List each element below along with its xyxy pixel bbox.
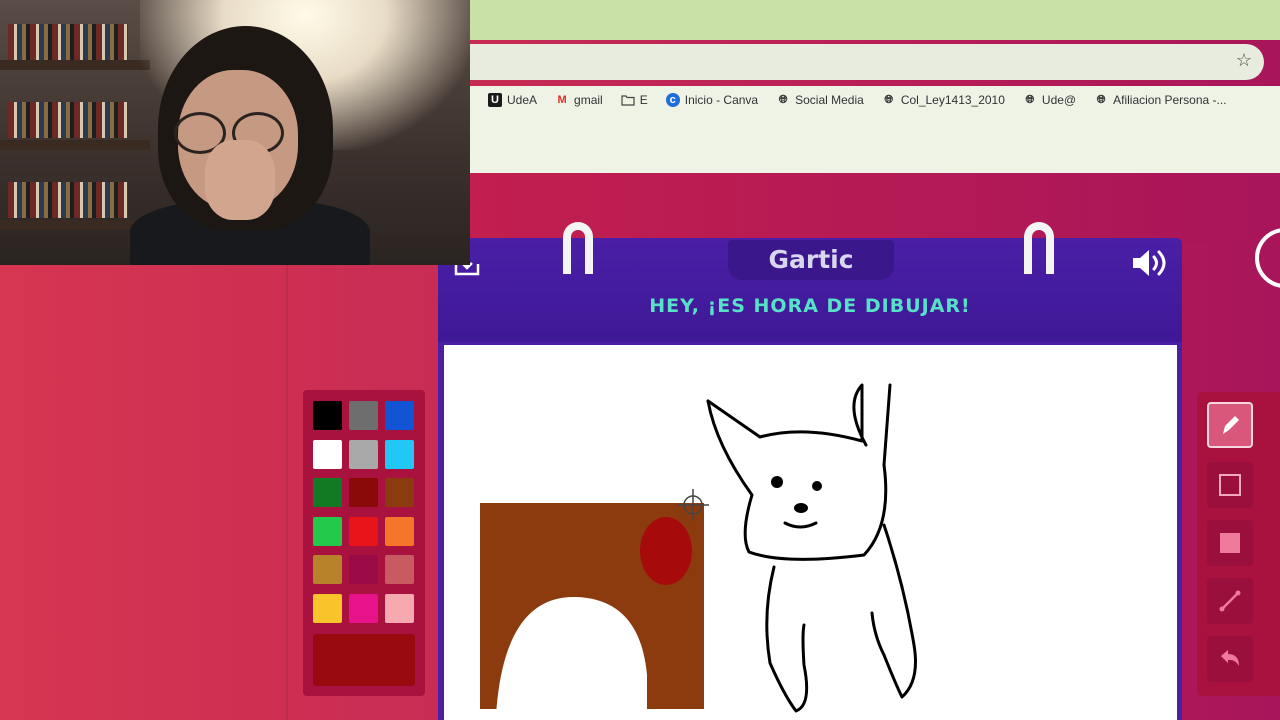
draw-prompt-headline: HEY, ¡ES HORA DE DIBUJAR! [649, 295, 971, 317]
binder-ring-left [563, 222, 593, 274]
bookmark-label: Inicio - Canva [684, 93, 759, 107]
bookmark-label: Col_Ley1413_2010 [900, 93, 1005, 107]
color-swatch[interactable] [313, 478, 342, 507]
panel-divider [286, 265, 288, 720]
volume-icon[interactable] [1130, 248, 1170, 278]
globe-icon: 🌐︎ [884, 93, 894, 106]
bookmark-label: Ude@ [1041, 93, 1077, 107]
drawn-red-ellipse [640, 517, 692, 585]
canva-icon: c [665, 93, 680, 107]
drawing [480, 383, 917, 715]
gmail-icon: M [557, 94, 567, 106]
pen-icon [1223, 416, 1239, 434]
gartic-logo: Gartic [768, 245, 854, 274]
square-outline-icon [1219, 474, 1241, 496]
folder-icon [621, 93, 635, 107]
person-hand [205, 140, 275, 220]
globe-icon: 🌐︎ [1096, 93, 1106, 106]
square-filled-icon [1220, 533, 1240, 553]
color-swatch[interactable] [349, 516, 378, 546]
globe-icon: 🌐︎ [1025, 93, 1035, 106]
color-palette [303, 390, 425, 696]
bookmark-star-icon[interactable]: ☆ [1236, 50, 1252, 71]
bookmark-social-media[interactable]: 🌐︎ Social Media [776, 93, 864, 107]
tool-rectangle-filled-button[interactable] [1207, 520, 1253, 566]
bookmark-col-ley[interactable]: 🌐︎ Col_Ley1413_2010 [882, 93, 1005, 107]
bookmark-label: Afiliacion Persona -... [1113, 93, 1227, 107]
current-color-preview [313, 634, 415, 686]
bookshelf [0, 60, 150, 70]
color-swatch[interactable] [349, 593, 378, 623]
color-swatch[interactable] [313, 401, 342, 430]
tools-panel [1197, 392, 1280, 696]
bookmark-udea[interactable]: U UdeA [488, 93, 537, 107]
address-bar[interactable] [470, 44, 1264, 80]
tool-undo-button[interactable] [1207, 636, 1253, 682]
bookmark-canva[interactable]: c Inicio - Canva [665, 93, 759, 107]
color-swatch[interactable] [385, 593, 414, 623]
binder-ring-right [1024, 222, 1054, 274]
color-swatch[interactable] [313, 555, 342, 584]
bookmark-label: E [639, 93, 648, 107]
color-swatch[interactable] [385, 401, 414, 430]
line-icon [1219, 590, 1241, 612]
bookmarks-bar: U UdeA M gmail E c Inicio - Canva 🌐︎ Soc… [470, 86, 1280, 114]
color-swatch[interactable] [349, 555, 378, 584]
color-swatch[interactable] [313, 439, 342, 469]
drawing-canvas[interactable] [444, 345, 1177, 720]
udea-icon: U [488, 93, 502, 107]
color-swatch[interactable] [385, 439, 414, 469]
color-swatch[interactable] [385, 555, 414, 584]
color-swatch[interactable] [313, 593, 342, 623]
color-swatch[interactable] [349, 401, 378, 430]
tool-rectangle-outline-button[interactable] [1207, 462, 1253, 508]
webcam-overlay [0, 0, 470, 265]
bookmark-gmail[interactable]: M gmail [555, 93, 603, 107]
color-swatch[interactable] [385, 478, 414, 507]
globe-icon: 🌐︎ [778, 93, 788, 106]
color-swatch[interactable] [349, 439, 378, 469]
tool-line-button[interactable] [1207, 578, 1253, 624]
bookmark-label: Social Media [795, 93, 864, 107]
bookmark-afiliacion[interactable]: 🌐︎ Afiliacion Persona -... [1094, 93, 1227, 107]
color-swatch[interactable] [349, 478, 378, 507]
bookmark-udea-at[interactable]: 🌐︎ Ude@ [1023, 93, 1077, 107]
bookmark-folder-e[interactable]: E [621, 93, 648, 107]
browser-content-strip [470, 114, 1280, 173]
tool-pen-button[interactable] [1207, 402, 1253, 448]
bookmark-label: UdeA [507, 93, 538, 107]
color-swatch[interactable] [313, 516, 342, 546]
color-swatch[interactable] [385, 516, 414, 546]
drawn-dog [706, 383, 917, 713]
browser-tab-strip [470, 0, 1280, 40]
bookmark-label: gmail [574, 93, 603, 107]
undo-icon [1221, 650, 1239, 666]
